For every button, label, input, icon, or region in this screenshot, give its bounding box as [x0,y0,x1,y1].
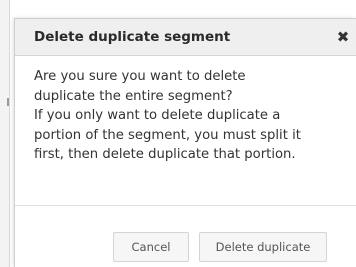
cancel-button[interactable]: Cancel [113,232,189,262]
message-line: first, then delete duplicate that portio… [34,147,296,163]
close-icon[interactable]: ✖ [335,28,351,46]
message-line: duplicate the entire segment? [34,88,233,104]
dialog-title: Delete duplicate segment [34,29,231,45]
dialog-header: Delete duplicate segment ✖ [15,19,356,56]
message-line: If you only want to delete duplicate a [34,108,281,124]
background-panel-marker [7,98,9,106]
message-line: portion of the segment, you must split i… [34,127,301,143]
dialog-message: Are you sure you want to delete duplicat… [34,67,354,165]
message-line: Are you sure you want to delete [34,69,246,84]
delete-duplicate-dialog: Delete duplicate segment ✖ Are you sure … [14,18,356,267]
footer-divider [15,205,356,206]
delete-duplicate-button[interactable]: Delete duplicate [199,232,327,262]
background-panel-edge [0,0,10,267]
